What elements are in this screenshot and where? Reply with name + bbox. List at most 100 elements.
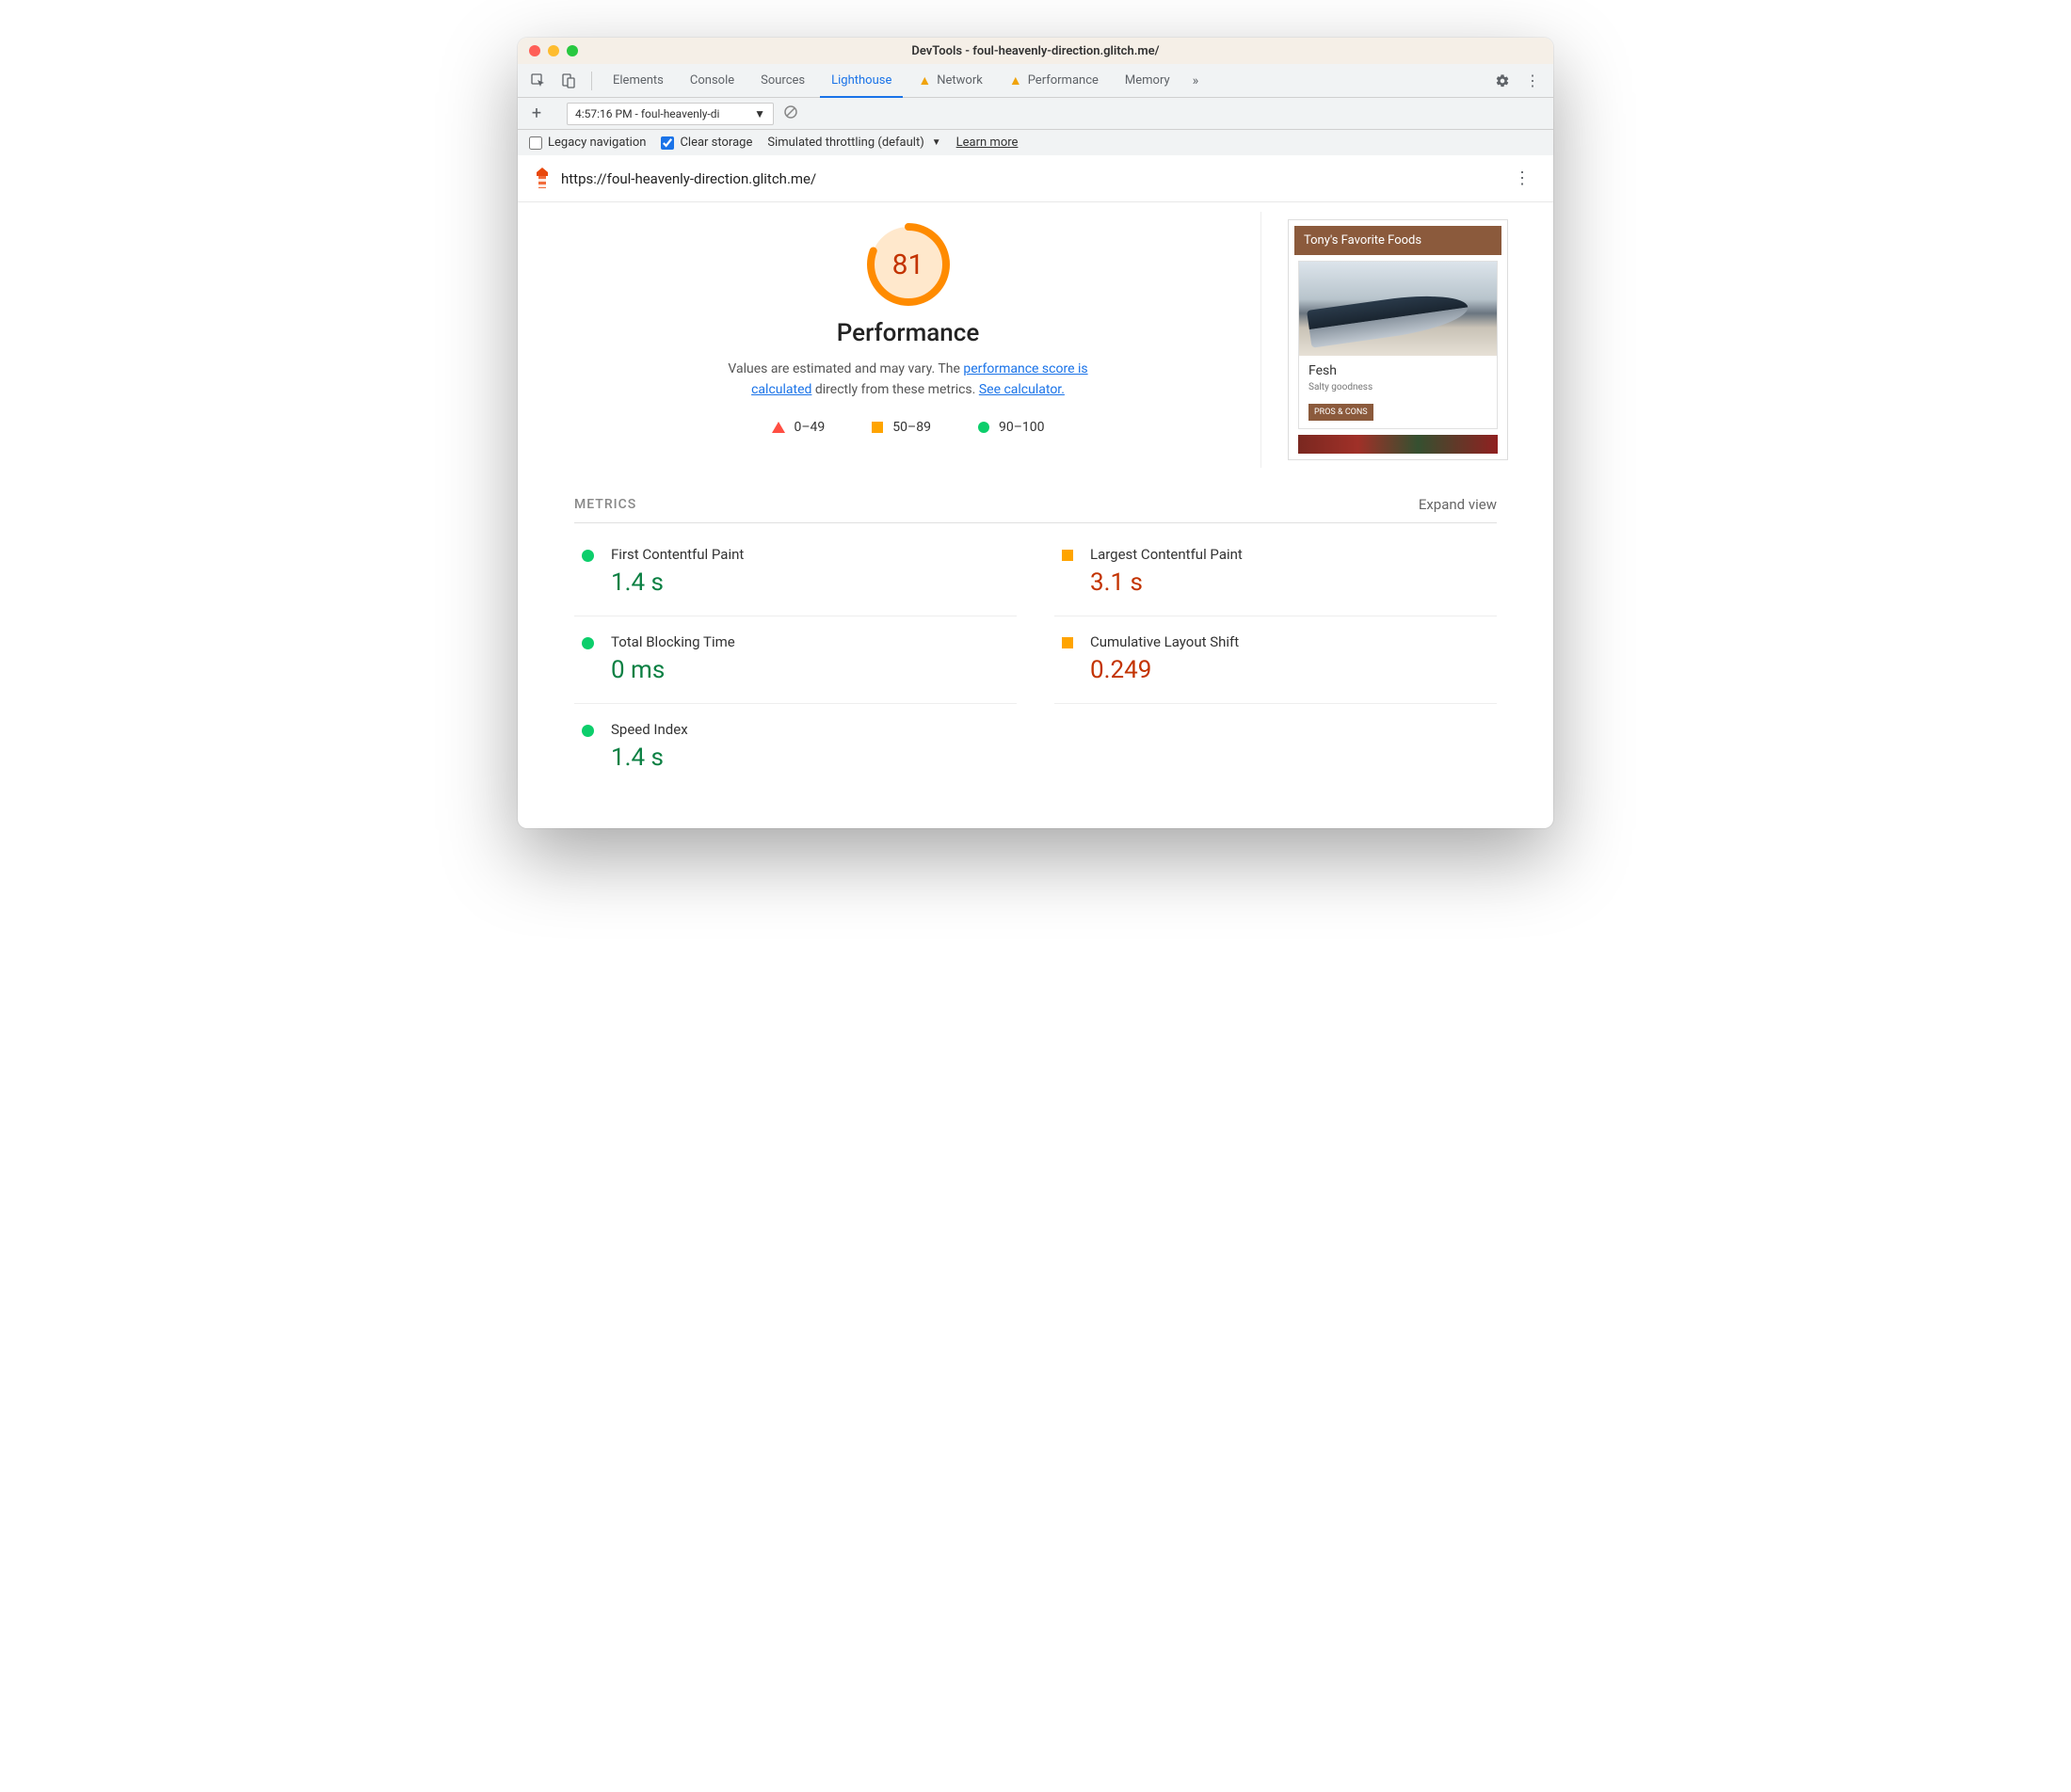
- metric-value: 3.1 s: [1090, 568, 1243, 597]
- metric-body: Largest Contentful Paint 3.1 s: [1090, 546, 1243, 597]
- circle-icon: [978, 422, 989, 433]
- metric-value: 1.4 s: [611, 568, 744, 597]
- throttling-selector[interactable]: Simulated throttling (default) ▼: [767, 136, 940, 150]
- metric-item[interactable]: Largest Contentful Paint 3.1 s: [1054, 529, 1497, 616]
- device-toggle-icon[interactable]: [555, 68, 582, 94]
- options-bar: Legacy navigation Clear storage Simulate…: [518, 130, 1553, 155]
- metric-body: Total Blocking Time0 ms: [611, 633, 735, 684]
- tab-console[interactable]: Console: [679, 64, 746, 98]
- metric-body: First Contentful Paint 1.4 s: [611, 546, 744, 597]
- metrics-heading: METRICS: [574, 497, 636, 512]
- report-toolbar: + 4:57:16 PM - foul-heavenly-di ▼: [518, 98, 1553, 130]
- gauge-section: 81 Performance Values are estimated and …: [555, 212, 1261, 468]
- titlebar: DevTools - foul-heavenly-direction.glitc…: [518, 38, 1553, 64]
- metric-item[interactable]: Total Blocking Time0 ms: [574, 616, 1017, 704]
- tab-label: Sources: [761, 73, 805, 88]
- metric-item[interactable]: Cumulative Layout Shift 0.249: [1054, 616, 1497, 704]
- metrics-header: METRICS Expand view: [574, 496, 1497, 523]
- tab-elements[interactable]: Elements: [602, 64, 675, 98]
- more-menu-icon[interactable]: ⋮: [1519, 68, 1546, 94]
- learn-more-link[interactable]: Learn more: [956, 136, 1019, 150]
- preview-card-subtitle: Salty goodness: [1308, 382, 1487, 392]
- preview-card: Fesh Salty goodness PROS & CONS: [1298, 261, 1498, 429]
- clear-storage-checkbox[interactable]: Clear storage: [661, 136, 752, 150]
- gauge-score: 81: [865, 221, 952, 308]
- preview-card-title: Fesh: [1308, 363, 1487, 378]
- metric-status-icon: [582, 637, 594, 684]
- performance-gauge: 81: [865, 221, 952, 308]
- score-legend: 0–49 50–89 90–100: [574, 420, 1242, 435]
- new-report-button[interactable]: +: [525, 104, 548, 123]
- metric-value: 0.249: [1090, 656, 1239, 684]
- legend-label: 50–89: [892, 420, 931, 435]
- screenshot-preview: Tony's Favorite Foods Fesh Salty goodnes…: [1280, 212, 1516, 468]
- report-menu-icon[interactable]: ⋮: [1506, 165, 1538, 192]
- preview-card-button: PROS & CONS: [1308, 404, 1373, 421]
- metric-item[interactable]: Speed Index1.4 s: [574, 704, 1017, 791]
- metric-status-icon: [582, 725, 594, 772]
- score-description: Values are estimated and may vary. The p…: [706, 359, 1111, 401]
- preview-image: [1299, 262, 1497, 356]
- metric-status-icon: [582, 550, 594, 597]
- see-calculator-link[interactable]: See calculator.: [979, 382, 1065, 397]
- throttling-label: Simulated throttling (default): [767, 136, 923, 150]
- window-title: DevTools - foul-heavenly-direction.glitc…: [518, 44, 1553, 58]
- report-url: https://foul-heavenly-direction.glitch.m…: [561, 170, 1497, 187]
- preview-strip: [1298, 435, 1498, 454]
- lighthouse-icon: [533, 168, 552, 190]
- metric-item[interactable]: First Contentful Paint 1.4 s: [574, 529, 1017, 616]
- tab-lighthouse[interactable]: Lighthouse: [820, 64, 903, 98]
- circle-icon: [582, 725, 594, 737]
- report-summary: 81 Performance Values are estimated and …: [518, 202, 1553, 468]
- square-icon: [1062, 637, 1073, 648]
- metric-name: Cumulative Layout Shift: [1090, 633, 1239, 650]
- metric-grid: First Contentful Paint 1.4 s Largest Conte…: [574, 529, 1497, 791]
- tab-performance[interactable]: ▲ Performance: [998, 64, 1110, 98]
- square-icon: [1062, 550, 1073, 561]
- tab-label: Console: [690, 73, 734, 88]
- metric-name: Largest Contentful Paint: [1090, 546, 1243, 563]
- tab-memory[interactable]: Memory: [1114, 64, 1181, 98]
- category-title: Performance: [574, 319, 1242, 347]
- tab-sources[interactable]: Sources: [749, 64, 816, 98]
- metric-name: First Contentful Paint: [611, 546, 744, 563]
- chevron-down-icon: ▼: [932, 137, 941, 148]
- checkbox-input[interactable]: [661, 136, 674, 150]
- desc-text: Values are estimated and may vary. The: [728, 361, 963, 376]
- square-icon: [872, 422, 883, 433]
- preview-card-body: Fesh Salty goodness PROS & CONS: [1299, 356, 1497, 428]
- circle-icon: [582, 550, 594, 562]
- legend-good: 90–100: [978, 420, 1045, 435]
- expand-view-button[interactable]: Expand view: [1419, 496, 1497, 513]
- legend-avg: 50–89: [872, 420, 931, 435]
- tab-label: Elements: [613, 73, 664, 88]
- settings-icon[interactable]: [1489, 68, 1516, 94]
- legacy-navigation-checkbox[interactable]: Legacy navigation: [529, 136, 646, 150]
- devtools-window: DevTools - foul-heavenly-direction.glitc…: [518, 38, 1553, 828]
- triangle-icon: [772, 422, 785, 433]
- circle-icon: [582, 637, 594, 649]
- legend-label: 90–100: [999, 420, 1045, 435]
- tab-network[interactable]: ▲Network: [907, 64, 993, 98]
- warning-icon: ▲: [1009, 72, 1022, 88]
- checkbox-label: Legacy navigation: [548, 136, 646, 150]
- metric-status-icon: [1062, 637, 1073, 684]
- report-selector-label: 4:57:16 PM - foul-heavenly-di: [575, 107, 719, 120]
- desc-text: directly from these metrics.: [811, 382, 978, 397]
- checkbox-input[interactable]: [529, 136, 542, 150]
- clear-icon[interactable]: [783, 104, 798, 123]
- separator: [591, 72, 592, 90]
- preview-header: Tony's Favorite Foods: [1294, 226, 1501, 255]
- legend-label: 0–49: [795, 420, 826, 435]
- report-selector[interactable]: 4:57:16 PM - foul-heavenly-di ▼: [567, 103, 774, 125]
- tab-label: Performance: [1028, 73, 1099, 88]
- preview-frame: Tony's Favorite Foods Fesh Salty goodnes…: [1288, 219, 1508, 460]
- metrics-section: METRICS Expand view First Contentful Pai…: [518, 468, 1553, 828]
- more-tabs-icon[interactable]: »: [1185, 73, 1207, 88]
- metric-name: Total Blocking Time: [611, 633, 735, 650]
- tab-label: Memory: [1125, 73, 1170, 88]
- metric-body: Speed Index1.4 s: [611, 721, 688, 772]
- checkbox-label: Clear storage: [680, 136, 752, 150]
- inspect-icon[interactable]: [525, 68, 552, 94]
- metric-status-icon: [1062, 550, 1073, 597]
